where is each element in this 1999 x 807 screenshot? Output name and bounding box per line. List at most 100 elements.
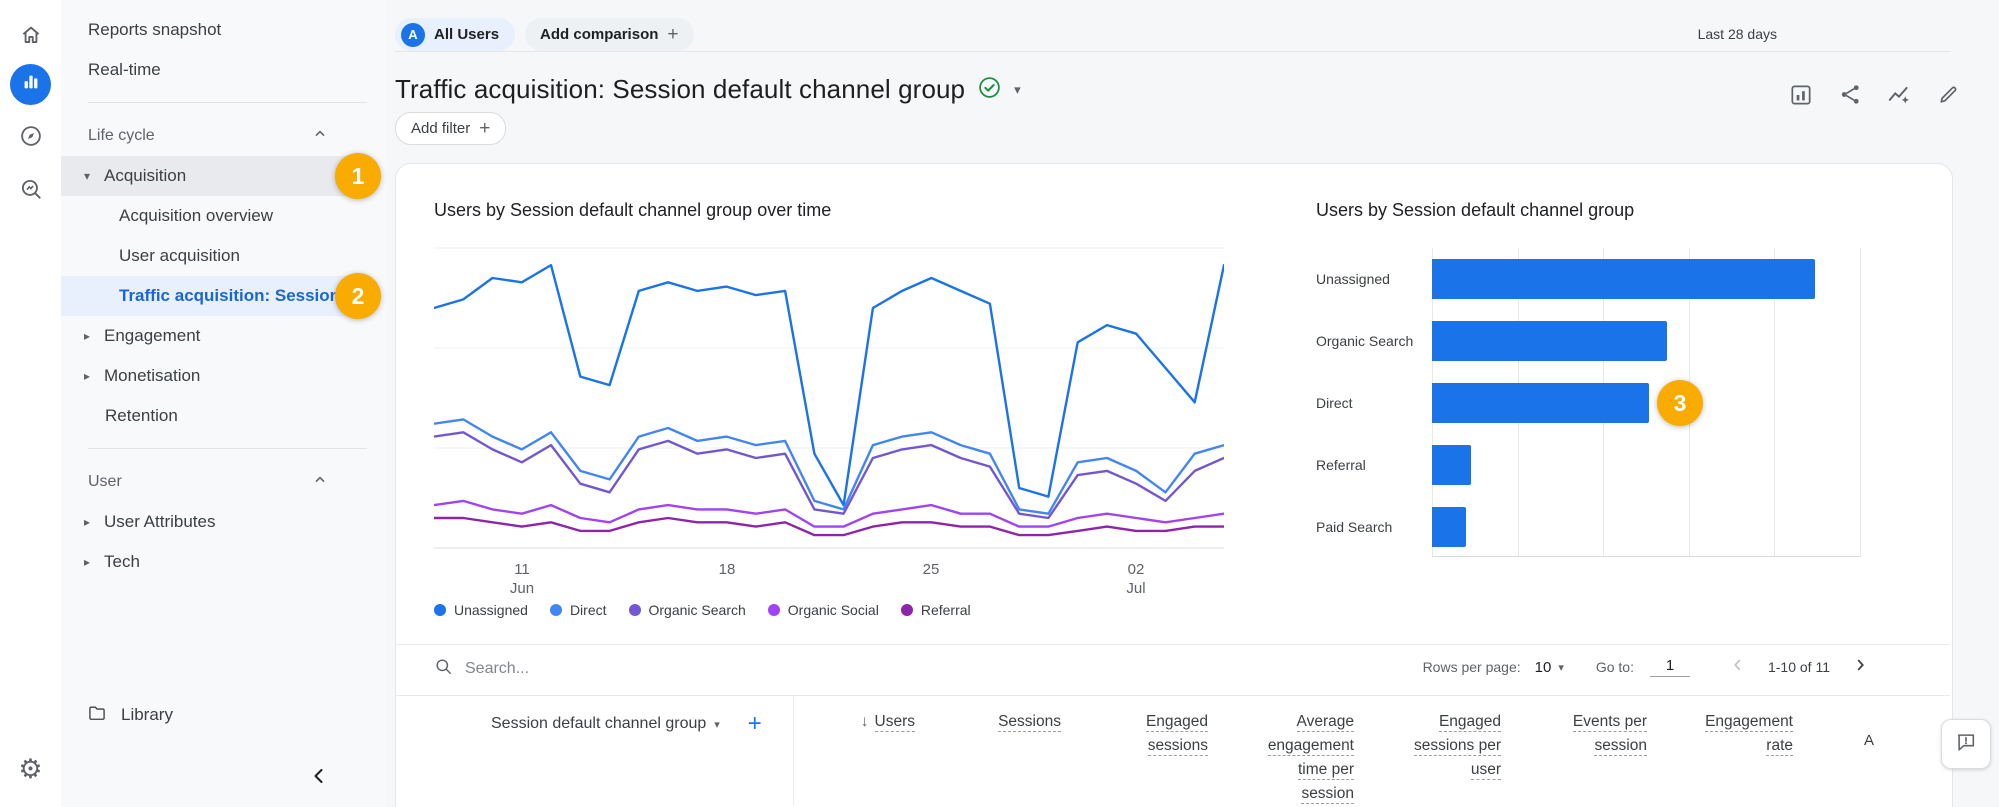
send-feedback-button[interactable] <box>1941 719 1991 769</box>
all-users-label: All Users <box>434 26 499 43</box>
card-divider <box>396 644 1950 645</box>
sidebar-item-real-time[interactable]: Real-time <box>61 50 371 90</box>
collapse-sidebar-button[interactable] <box>301 760 337 796</box>
legend-dot <box>768 604 780 616</box>
bar-category-label: Paid Search <box>1316 496 1392 558</box>
column-header-engagement-rate[interactable]: Engagementrate <box>1705 710 1793 758</box>
sidebar-item-user[interactable]: User <box>61 462 371 502</box>
x-tick-label: 11Jun <box>482 560 562 598</box>
sidebar-item-label: Acquisition <box>104 166 186 186</box>
line-chart-svg <box>434 232 1224 554</box>
x-tick-label: 18 <box>687 560 767 579</box>
library-label: Library <box>121 705 173 725</box>
add-filter-chip[interactable]: Add filter + <box>395 112 506 145</box>
sidebar-item-user-acquisition[interactable]: User acquisition <box>61 236 371 276</box>
insights-button[interactable] <box>1884 82 1914 112</box>
table-header-divider <box>396 695 1950 696</box>
legend-dot <box>901 604 913 616</box>
home-icon <box>18 22 44 53</box>
share-report-button[interactable] <box>1835 82 1865 112</box>
sidebar-item-user-attributes[interactable]: ▸User Attributes <box>61 502 371 542</box>
column-header-average-engagement-time-per-session[interactable]: Averageengagementtime persession <box>1268 710 1354 806</box>
legend-item-organic-social: Organic Social <box>768 602 879 618</box>
add-filter-label: Add filter <box>411 120 470 137</box>
sidebar-divider <box>88 102 367 103</box>
sidebar-item-label: User <box>88 473 122 491</box>
bar-category-label: Unassigned <box>1316 248 1390 310</box>
legend-dot <box>434 604 446 616</box>
customize-report-icon <box>1788 82 1814 113</box>
x-tick-label: 25 <box>891 560 971 579</box>
bar-direct <box>1432 383 1649 423</box>
column-header-users[interactable]: ↓Users <box>861 710 915 734</box>
table-search-input[interactable]: Search... <box>434 657 529 681</box>
bar-category-label: Organic Search <box>1316 310 1413 372</box>
add-comparison-label: Add comparison <box>540 26 658 43</box>
sidebar-item-label: Engagement <box>104 326 200 346</box>
legend-item-referral: Referral <box>901 602 971 618</box>
expander-arrow-icon: ▸ <box>81 329 93 343</box>
column-header-events-per-session[interactable]: Events persession <box>1573 710 1647 758</box>
customize-report-button[interactable] <box>1786 82 1816 112</box>
sidebar-item-traffic-acquisition-session[interactable]: Traffic acquisition: Session...2 <box>61 276 371 316</box>
sidebar-item-monetisation[interactable]: ▸Monetisation <box>61 356 371 396</box>
explore-nav-button[interactable] <box>10 118 51 159</box>
sort-desc-icon: ↓ <box>861 713 869 730</box>
annotation-badge-1: 1 <box>335 153 381 199</box>
gear-icon: ⚙ <box>18 756 42 783</box>
sidebar-item-label: Reports snapshot <box>88 20 221 40</box>
plus-icon: + <box>479 119 490 138</box>
column-header-engaged-sessions[interactable]: Engagedsessions <box>1146 710 1208 758</box>
next-page-button[interactable] <box>1846 653 1874 681</box>
chevron-down-icon[interactable]: ▾ <box>1014 82 1021 98</box>
report-title-row: Traffic acquisition: Session default cha… <box>395 74 1021 105</box>
header-divider <box>395 51 1951 52</box>
legend-item-organic-search: Organic Search <box>629 602 746 618</box>
sidebar-item-engagement[interactable]: ▸ Engagement <box>61 316 371 356</box>
chevron-down-icon: ▾ <box>1558 661 1564 674</box>
home-nav-button[interactable] <box>10 17 51 58</box>
comparison-avatar: A <box>401 23 425 47</box>
sidebar-item-library[interactable]: Library <box>61 695 173 735</box>
rows-per-page-select[interactable]: 10 ▾ <box>1535 659 1564 676</box>
all-users-comparison-chip[interactable]: A All Users <box>395 18 515 51</box>
previous-page-button[interactable] <box>1724 653 1752 681</box>
column-header-sessions[interactable]: Sessions <box>998 710 1061 734</box>
advertising-nav-button[interactable] <box>10 171 51 212</box>
sidebar-item-life-cycle[interactable]: Life cycle <box>61 116 371 156</box>
chevron-left-icon <box>1729 656 1747 679</box>
comparison-chips-row: A All Users Add comparison + <box>395 18 694 51</box>
gridline <box>1860 248 1861 556</box>
column-header-engaged-sessions-per-user[interactable]: Engagedsessions peruser <box>1414 710 1501 782</box>
goto-page-input[interactable]: 1 <box>1650 657 1690 677</box>
folder-icon <box>87 703 107 728</box>
legend-item-direct: Direct <box>550 602 607 618</box>
reports-bar-chart-icon <box>20 71 42 98</box>
x-tick-label: 02Jul <box>1096 560 1176 598</box>
sidebar-item-acquisition-overview[interactable]: Acquisition overview <box>61 196 371 236</box>
admin-settings-button[interactable]: ⚙ <box>10 749 51 790</box>
advertising-icon <box>18 176 44 207</box>
reports-nav-button[interactable] <box>10 64 51 105</box>
page-title: Traffic acquisition: Session default cha… <box>395 74 965 105</box>
app-icon-rail: ⚙ <box>0 0 61 807</box>
sidebar-item-reports-snapshot[interactable]: Reports snapshot <box>61 10 371 50</box>
bar-referral <box>1432 445 1471 485</box>
date-range-label[interactable]: Last 28 days <box>1698 26 1777 42</box>
add-comparison-chip[interactable]: Add comparison + <box>525 18 693 51</box>
legend-dot <box>550 604 562 616</box>
annotation-badge-3: 3 <box>1657 380 1703 426</box>
chevron-right-icon <box>1851 656 1869 679</box>
sidebar-item-label: User acquisition <box>119 246 240 266</box>
sidebar-item-retention[interactable]: Retention <box>61 396 371 436</box>
pagination-range-label: 1-10 of 11 <box>1768 659 1830 675</box>
report-valid-check-icon[interactable] <box>977 75 1002 105</box>
search-placeholder: Search... <box>465 660 529 678</box>
sidebar-item-tech[interactable]: ▸Tech <box>61 542 371 582</box>
sidebar-item-acquisition[interactable]: ▾Acquisition1 <box>61 156 371 196</box>
legend-item-unassigned: Unassigned <box>434 602 528 618</box>
line-chart-title: Users by Session default channel group o… <box>434 200 831 221</box>
edit-report-button[interactable] <box>1933 82 1963 112</box>
expander-arrow-icon: ▸ <box>81 515 93 529</box>
chart-legend: Unassigned Direct Organic Search Organic So… <box>434 602 971 618</box>
